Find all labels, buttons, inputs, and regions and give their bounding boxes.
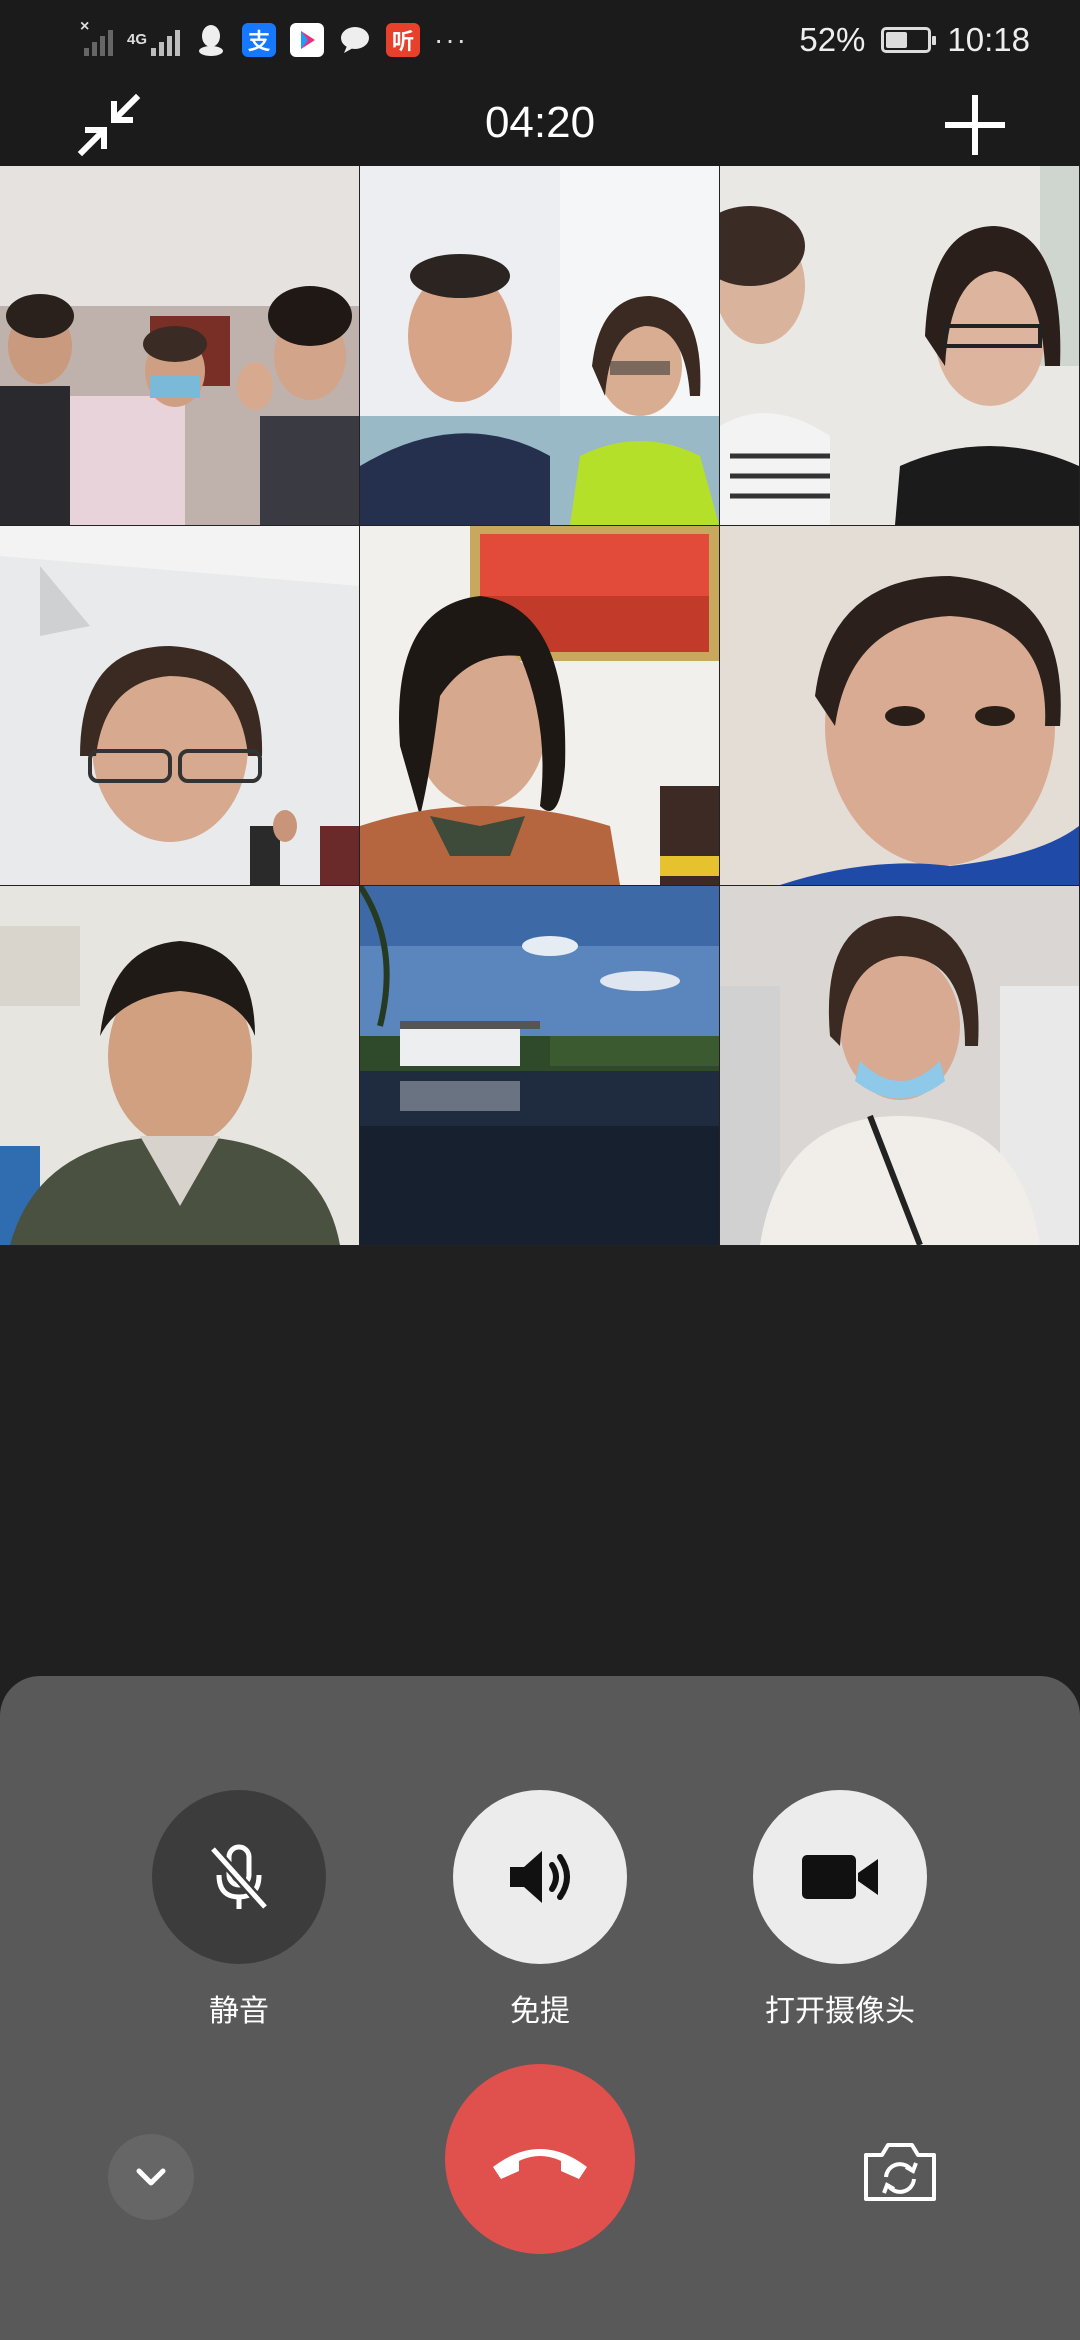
status-icons-right: 52% 10:18 (799, 18, 1030, 62)
camera-button[interactable] (753, 1790, 927, 1964)
chevron-down-icon (136, 2168, 166, 2186)
collapse-panel-button[interactable] (108, 2134, 194, 2220)
participant-tile-6[interactable] (720, 526, 1079, 885)
add-participant-button[interactable] (940, 90, 1010, 160)
video-camera-icon (802, 1855, 878, 1899)
speaker-button[interactable] (453, 1790, 627, 1964)
add-participant-icon (945, 95, 1005, 155)
status-icons-left: × 4G 支 听 ··· (80, 18, 468, 62)
mute-button[interactable] (152, 1790, 326, 1964)
participant-tile-1[interactable] (0, 166, 359, 525)
ting-app-icon: 听 (386, 23, 421, 57)
mute-label: 静音 (209, 1995, 269, 2028)
mute-control: 静音 (152, 1790, 326, 2030)
participant-tile-8[interactable] (360, 886, 719, 1245)
signal-4g-icon: 4G (127, 24, 181, 56)
microphone-off-icon (209, 1844, 269, 1911)
call-control-panel: 静音 免提 打开摄像头 (0, 1676, 1080, 2340)
switch-camera-button[interactable] (858, 2130, 942, 2214)
battery-icon (881, 27, 937, 53)
alipay-icon: 支 (242, 23, 277, 57)
message-bubble-icon (338, 23, 372, 57)
video-frame (720, 886, 1079, 1245)
video-frame (0, 166, 359, 525)
call-duration: 04:20 (484, 98, 596, 147)
clock-time: 10:18 (947, 21, 1030, 58)
speaker-icon (510, 1851, 570, 1903)
hang-up-phone-icon (493, 2149, 587, 2179)
video-frame (360, 526, 719, 885)
video-frame (360, 166, 719, 525)
participant-tile-9[interactable] (720, 886, 1079, 1245)
speaker-control: 免提 (453, 1790, 627, 2030)
network-type-label: 4G (127, 31, 148, 48)
speaker-label: 免提 (510, 1995, 570, 2028)
camera-label: 打开摄像头 (765, 1995, 915, 2028)
video-frame (0, 886, 359, 1245)
participant-tile-5[interactable] (360, 526, 719, 885)
qq-icon (194, 23, 228, 57)
switch-camera-icon (864, 2143, 936, 2201)
sim-off-signal-icon: × (80, 18, 113, 56)
hang-up-button[interactable] (445, 2064, 635, 2254)
participant-tile-7[interactable] (0, 886, 359, 1245)
participant-tile-4[interactable] (0, 526, 359, 885)
video-frame (720, 526, 1079, 885)
participant-tile-3[interactable] (720, 166, 1079, 525)
status-bar: × 4G 支 听 ··· 52% 10:18 (0, 0, 1080, 80)
participant-tile-2[interactable] (360, 166, 719, 525)
camera-control: 打开摄像头 (753, 1790, 927, 2030)
video-frame (0, 526, 359, 885)
video-frame (720, 166, 1079, 525)
more-dots-icon: ··· (434, 24, 468, 55)
call-header: 04:20 (0, 80, 1080, 166)
youku-icon (290, 23, 325, 57)
video-frame (360, 886, 719, 1245)
battery-percent: 52% (799, 21, 866, 58)
participants-grid (0, 166, 1080, 1246)
